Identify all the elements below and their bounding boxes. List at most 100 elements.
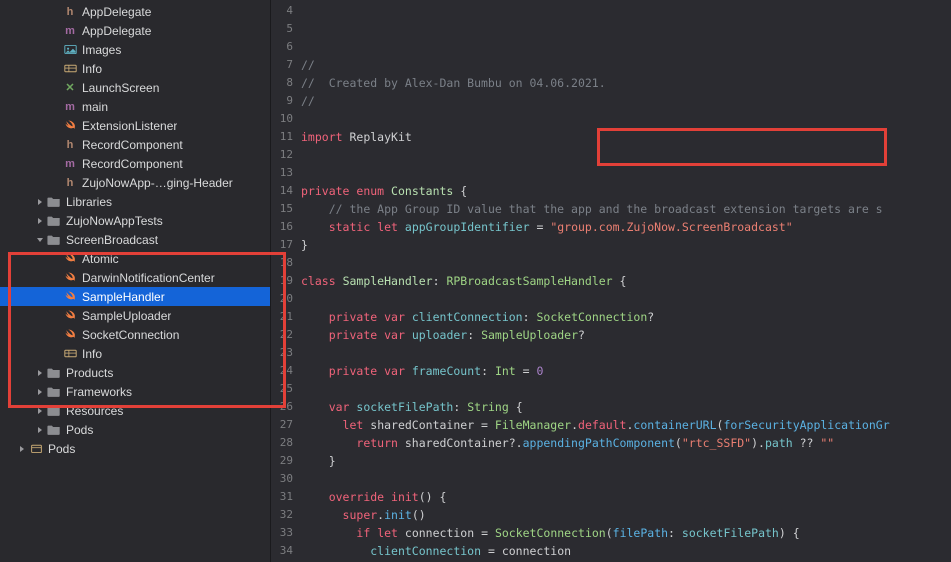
swift-icon bbox=[62, 251, 78, 267]
tree-item-label: LaunchScreen bbox=[82, 81, 159, 95]
tree-item-atomic[interactable]: Atomic bbox=[0, 249, 270, 268]
tree-item-launchscreen[interactable]: ✕LaunchScreen bbox=[0, 78, 270, 97]
code-line[interactable] bbox=[301, 380, 951, 398]
code-line[interactable]: private enum Constants { bbox=[301, 182, 951, 200]
tree-item-images[interactable]: Images bbox=[0, 40, 270, 59]
info-icon bbox=[62, 61, 78, 77]
line-number: 23 bbox=[271, 344, 293, 362]
tree-item-label: ZujoNowAppTests bbox=[66, 214, 163, 228]
tree-item-samplehandler[interactable]: SampleHandler bbox=[0, 287, 270, 306]
disclosure-triangle[interactable] bbox=[34, 426, 46, 434]
tree-item-info[interactable]: Info bbox=[0, 344, 270, 363]
tree-item-resources[interactable]: Resources bbox=[0, 401, 270, 420]
code-line[interactable]: clientConnection = connection bbox=[301, 542, 951, 560]
code-line[interactable]: super.init() bbox=[301, 506, 951, 524]
code-line[interactable]: static let appGroupIdentifier = "group.c… bbox=[301, 218, 951, 236]
code-line[interactable]: return sharedContainer?.appendingPathCom… bbox=[301, 434, 951, 452]
tree-item-pods[interactable]: Pods bbox=[0, 439, 270, 458]
code-line[interactable]: // Created by Alex-Dan Bumbu on 04.06.20… bbox=[301, 74, 951, 92]
disclosure-triangle[interactable] bbox=[34, 369, 46, 377]
tree-item-label: ZujoNowApp-…ging-Header bbox=[82, 176, 233, 190]
line-number: 15 bbox=[271, 200, 293, 218]
code-line[interactable]: // bbox=[301, 92, 951, 110]
folder-icon bbox=[46, 194, 62, 210]
disclosure-triangle[interactable] bbox=[34, 198, 46, 206]
line-number: 5 bbox=[271, 20, 293, 38]
code-line[interactable]: override init() { bbox=[301, 488, 951, 506]
tree-item-label: ExtensionListener bbox=[82, 119, 177, 133]
swift-icon bbox=[62, 118, 78, 134]
folder-icon bbox=[46, 403, 62, 419]
tree-item-label: Frameworks bbox=[66, 385, 132, 399]
tree-item-extensionlistener[interactable]: ExtensionListener bbox=[0, 116, 270, 135]
code-line[interactable] bbox=[301, 146, 951, 164]
disclosure-triangle[interactable] bbox=[16, 445, 28, 453]
code-line[interactable]: import ReplayKit bbox=[301, 128, 951, 146]
code-line[interactable] bbox=[301, 110, 951, 128]
code-line[interactable]: private var frameCount: Int = 0 bbox=[301, 362, 951, 380]
code-line[interactable]: var socketFilePath: String { bbox=[301, 398, 951, 416]
code-line[interactable]: private var uploader: SampleUploader? bbox=[301, 326, 951, 344]
tree-item-label: ScreenBroadcast bbox=[66, 233, 158, 247]
code-line[interactable]: // bbox=[301, 56, 951, 74]
tree-item-zujonowapp-ging-header[interactable]: hZujoNowApp-…ging-Header bbox=[0, 173, 270, 192]
tree-item-info[interactable]: Info bbox=[0, 59, 270, 78]
code-line[interactable]: // the App Group ID value that the app a… bbox=[301, 200, 951, 218]
folder-icon bbox=[46, 232, 62, 248]
tree-item-sampleuploader[interactable]: SampleUploader bbox=[0, 306, 270, 325]
code-line[interactable]: class SampleHandler: RPBroadcastSampleHa… bbox=[301, 272, 951, 290]
tree-item-screenbroadcast[interactable]: ScreenBroadcast bbox=[0, 230, 270, 249]
code-editor[interactable]: 4567891011121314151617181920212223242526… bbox=[271, 0, 951, 562]
line-number: 11 bbox=[271, 128, 293, 146]
tree-item-darwinnotificationcenter[interactable]: DarwinNotificationCenter bbox=[0, 268, 270, 287]
tree-item-label: AppDelegate bbox=[82, 5, 151, 19]
line-number: 12 bbox=[271, 146, 293, 164]
code-area[interactable]: //// Created by Alex-Dan Bumbu on 04.06.… bbox=[301, 0, 951, 562]
tree-item-products[interactable]: Products bbox=[0, 363, 270, 382]
h-icon: h bbox=[62, 137, 78, 153]
tree-item-label: RecordComponent bbox=[82, 138, 183, 152]
code-line[interactable]: let sharedContainer = FileManager.defaul… bbox=[301, 416, 951, 434]
line-number: 29 bbox=[271, 452, 293, 470]
code-line[interactable]: if let connection = SocketConnection(fil… bbox=[301, 524, 951, 542]
code-line[interactable] bbox=[301, 164, 951, 182]
tree-item-main[interactable]: mmain bbox=[0, 97, 270, 116]
disclosure-triangle[interactable] bbox=[34, 217, 46, 225]
line-number: 24 bbox=[271, 362, 293, 380]
disclosure-triangle[interactable] bbox=[34, 236, 46, 244]
tree-item-socketconnection[interactable]: SocketConnection bbox=[0, 325, 270, 344]
tree-item-appdelegate[interactable]: mAppDelegate bbox=[0, 21, 270, 40]
disclosure-triangle[interactable] bbox=[34, 388, 46, 396]
tree-item-recordcomponent[interactable]: mRecordComponent bbox=[0, 154, 270, 173]
line-number: 26 bbox=[271, 398, 293, 416]
code-line[interactable]: } bbox=[301, 236, 951, 254]
project-navigator[interactable]: hAppDelegatemAppDelegateImagesInfo✕Launc… bbox=[0, 0, 271, 562]
code-line[interactable] bbox=[301, 470, 951, 488]
folder-icon bbox=[46, 384, 62, 400]
code-line[interactable] bbox=[301, 290, 951, 308]
line-number: 33 bbox=[271, 524, 293, 542]
tree-item-label: SampleUploader bbox=[82, 309, 171, 323]
tree-item-label: RecordComponent bbox=[82, 157, 183, 171]
box-icon bbox=[28, 441, 44, 457]
code-line[interactable] bbox=[301, 344, 951, 362]
line-number: 17 bbox=[271, 236, 293, 254]
tree-item-libraries[interactable]: Libraries bbox=[0, 192, 270, 211]
code-line[interactable]: } bbox=[301, 452, 951, 470]
tree-item-appdelegate[interactable]: hAppDelegate bbox=[0, 2, 270, 21]
line-number: 7 bbox=[271, 56, 293, 74]
line-number: 13 bbox=[271, 164, 293, 182]
line-number: 19 bbox=[271, 272, 293, 290]
tree-item-label: Products bbox=[66, 366, 113, 380]
swift-icon bbox=[62, 327, 78, 343]
swift-icon bbox=[62, 270, 78, 286]
tree-item-pods[interactable]: Pods bbox=[0, 420, 270, 439]
disclosure-triangle[interactable] bbox=[34, 407, 46, 415]
folder-icon bbox=[46, 213, 62, 229]
tree-item-label: Images bbox=[82, 43, 121, 57]
code-line[interactable]: private var clientConnection: SocketConn… bbox=[301, 308, 951, 326]
tree-item-zujonowapptests[interactable]: ZujoNowAppTests bbox=[0, 211, 270, 230]
tree-item-recordcomponent[interactable]: h RecordComponent bbox=[0, 135, 270, 154]
code-line[interactable] bbox=[301, 254, 951, 272]
tree-item-frameworks[interactable]: Frameworks bbox=[0, 382, 270, 401]
